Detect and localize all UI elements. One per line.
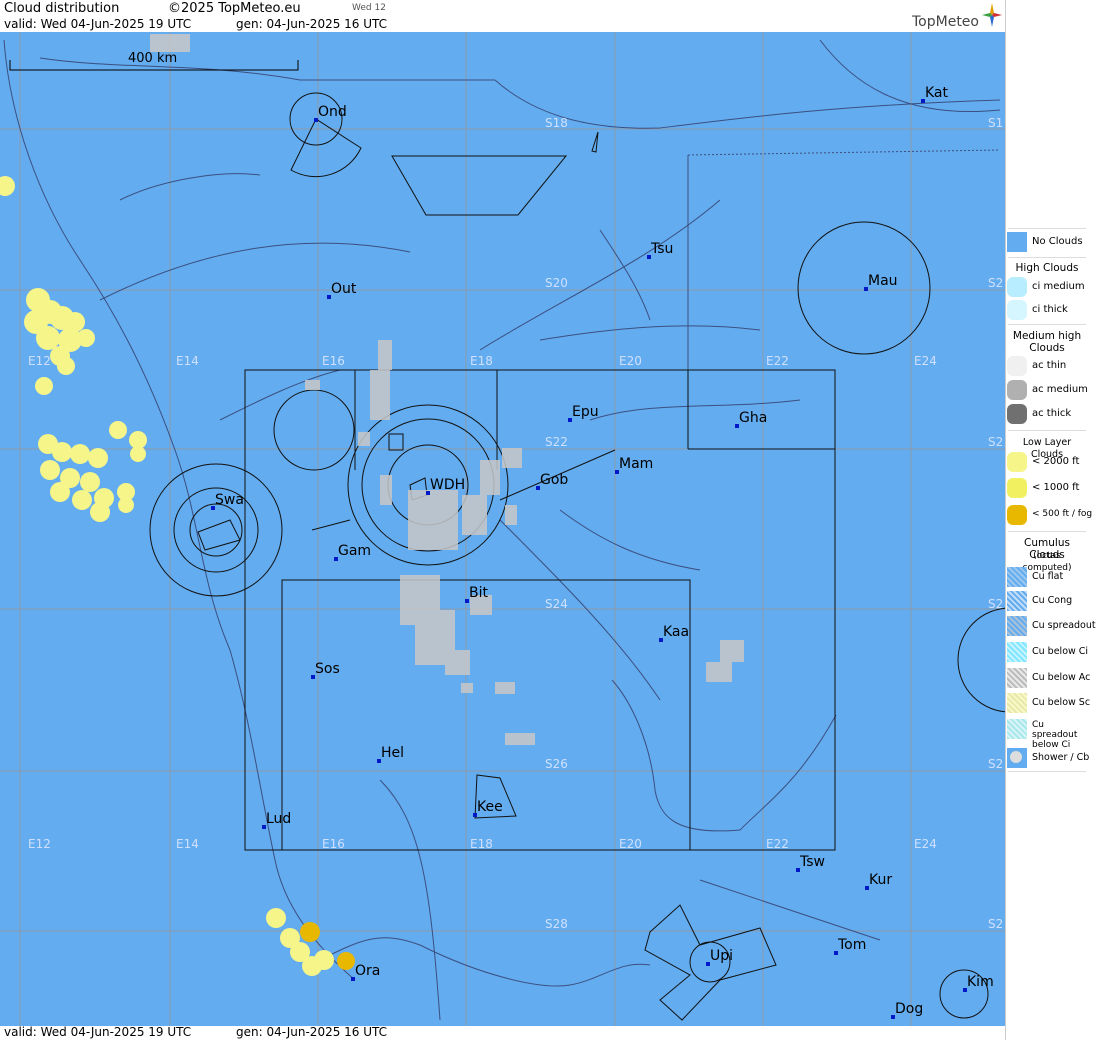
low-500-swatch xyxy=(1007,505,1027,525)
place-label: Gob xyxy=(540,472,569,488)
place-label: Sos xyxy=(315,661,340,677)
place-label: Kim xyxy=(967,974,994,990)
legend-cu-spreadout: Cu spreadout xyxy=(1006,616,1096,638)
place-markers: Ond Kat Tsu Out Mau Epu Gha Mam Gob WDH … xyxy=(0,32,1005,1026)
legend-label: ci medium xyxy=(1032,281,1085,292)
place-label: Mam xyxy=(619,456,654,472)
ci-medium-swatch xyxy=(1007,277,1027,297)
legend-cu-cong: Cu Cong xyxy=(1006,591,1086,613)
footer-gen: gen: 04-Jun-2025 16 UTC xyxy=(236,1025,388,1039)
place-label: Dog xyxy=(895,1001,924,1017)
legend-label: < 500 ft / fog xyxy=(1032,509,1093,519)
place-label: Hel xyxy=(381,745,405,761)
place-label: Ond xyxy=(318,104,347,120)
legend-medium-title: Medium high Clouds xyxy=(1012,330,1082,354)
place-label: Kat xyxy=(925,85,949,101)
place-label: Swa xyxy=(215,492,244,508)
place-label: Out xyxy=(331,281,357,297)
place-label: Gam xyxy=(338,543,372,559)
legend-low-500: < 500 ft / fog xyxy=(1006,505,1092,527)
legend-panel: No Clouds High Clouds ci medium ci thick… xyxy=(1005,0,1097,1040)
legend-shower-cb: Shower / Cb xyxy=(1006,748,1090,770)
footer-valid: valid: Wed 04-Jun-2025 19 UTC xyxy=(4,1025,192,1039)
no-clouds-swatch xyxy=(1007,232,1027,252)
valid-time: valid: Wed 04-Jun-2025 19 UTC xyxy=(4,17,192,31)
legend-label: ac thin xyxy=(1032,360,1067,371)
shower-cb-swatch xyxy=(1007,748,1027,768)
legend-label: Cu below Ci xyxy=(1032,646,1089,657)
legend-label: Cu spreadout below Ci xyxy=(1032,720,1078,750)
legend-label: Cu Cong xyxy=(1032,595,1073,606)
place-label: Upi xyxy=(710,948,734,964)
cu-below-ac-swatch xyxy=(1007,668,1027,688)
cloud-map[interactable]: 400 km E12 E14 E16 E18 E20 E22 E24 E12 E… xyxy=(0,32,1005,1026)
cu-spreadout-below-ci-swatch xyxy=(1007,719,1027,739)
legend-cu-below-ci: Cu below Ci xyxy=(1006,642,1089,664)
place-label: Mau xyxy=(868,273,898,289)
copyright: ©2025 TopMeteo.eu xyxy=(168,1,301,16)
place-label: Epu xyxy=(572,404,599,420)
place-label: Kaa xyxy=(663,624,690,640)
legend-label: Cu spreadout xyxy=(1032,620,1096,631)
legend-low-1000: < 1000 ft xyxy=(1006,478,1086,500)
cu-spreadout-swatch xyxy=(1007,616,1027,636)
low-2000-swatch xyxy=(1007,452,1027,472)
legend-ci-medium: ci medium xyxy=(1006,277,1086,299)
legend-label: Cu below Ac xyxy=(1032,672,1091,683)
legend-ac-thick: ac thick xyxy=(1006,404,1086,426)
legend-ac-medium: ac medium xyxy=(1006,380,1088,402)
place-label: Ora xyxy=(355,963,381,979)
legend-label: < 1000 ft xyxy=(1032,482,1080,493)
legend-cu-spreadout-below-ci: Cu spreadout below Ci xyxy=(1006,719,1086,750)
legend-cu-below-sc: Cu below Sc xyxy=(1006,693,1090,715)
cu-below-sc-swatch xyxy=(1007,693,1027,713)
place-label: Kee xyxy=(477,799,503,815)
legend-label: < 2000 ft xyxy=(1032,456,1080,467)
legend-label: Cu below Sc xyxy=(1032,697,1091,708)
place-label: Tsw xyxy=(800,854,825,870)
place-label: Lud xyxy=(266,811,292,827)
shower-cb-icon xyxy=(1010,751,1022,763)
place-label: Kur xyxy=(869,872,893,888)
cu-cong-swatch xyxy=(1007,591,1027,611)
place-label: WDH xyxy=(430,477,466,493)
legend-label: ci thick xyxy=(1032,304,1068,315)
legend-label: No Clouds xyxy=(1032,236,1083,247)
ci-thick-swatch xyxy=(1007,300,1027,320)
legend-cu-flat: Cu flat xyxy=(1006,567,1086,589)
place-label: Tom xyxy=(838,937,867,953)
ac-medium-swatch xyxy=(1007,380,1027,400)
day-tab[interactable]: Wed 12 xyxy=(352,3,386,13)
legend-no-clouds: No Clouds xyxy=(1006,232,1086,254)
ac-thin-swatch xyxy=(1007,356,1027,376)
topmeteo-logo: TopMeteo xyxy=(912,14,979,30)
legend-label: Shower / Cb xyxy=(1032,752,1090,763)
map-footer: valid: Wed 04-Jun-2025 19 UTC gen: 04-Ju… xyxy=(0,1026,1005,1040)
low-1000-swatch xyxy=(1007,478,1027,498)
legend-label: Cu flat xyxy=(1032,571,1064,582)
legend-label: ac thick xyxy=(1032,408,1072,419)
legend-label: ac medium xyxy=(1032,384,1088,395)
cu-flat-swatch xyxy=(1007,567,1027,587)
logo-text: TopMeteo xyxy=(912,14,979,30)
place-label: Tsu xyxy=(651,241,674,257)
legend-high-title: High Clouds xyxy=(1015,262,1079,274)
map-header: Cloud distribution ©2025 TopMeteo.eu Wed… xyxy=(0,0,1005,32)
legend-ac-thin: ac thin xyxy=(1006,356,1086,378)
legend-ci-thick: ci thick xyxy=(1006,300,1086,322)
legend-low-2000: < 2000 ft xyxy=(1006,452,1086,474)
place-label: Gha xyxy=(739,410,768,426)
generated-time: gen: 04-Jun-2025 16 UTC xyxy=(236,17,388,31)
cu-below-ci-swatch xyxy=(1007,642,1027,662)
ac-thick-swatch xyxy=(1007,404,1027,424)
map-title: Cloud distribution xyxy=(4,1,120,16)
compass-icon xyxy=(982,3,1002,27)
place-label: Bit xyxy=(469,585,488,601)
legend-cu-below-ac: Cu below Ac xyxy=(1006,668,1090,690)
